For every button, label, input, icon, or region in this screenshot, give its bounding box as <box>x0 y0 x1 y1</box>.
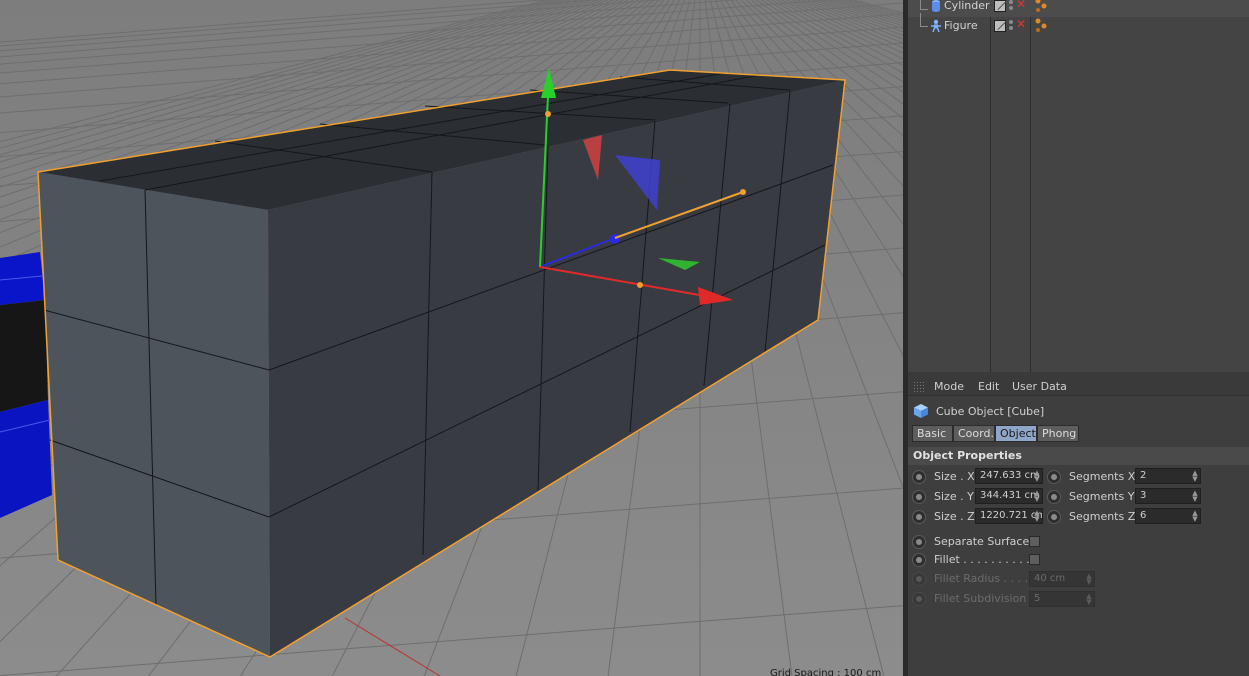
viewport-scene <box>0 0 903 676</box>
tree-line <box>920 0 928 10</box>
3d-viewport[interactable]: Grid Spacing : 100 cm <box>0 0 903 676</box>
segments-y-keyframe-toggle[interactable] <box>1047 490 1061 504</box>
fillet-subdivision-field: 5 ▲ ▼ <box>1029 591 1095 607</box>
grip-icon[interactable] <box>913 381 925 392</box>
size-x-field[interactable]: 247.633 cm ▲ ▼ <box>975 468 1043 484</box>
segments-y-label: Segments Y <box>1069 490 1135 503</box>
size-z-field[interactable]: 1220.721 cm ▲ ▼ <box>975 508 1043 524</box>
object-manager: Cylinder ✕ Figure ✕ <box>908 0 1249 372</box>
fillet-keyframe-toggle[interactable] <box>912 553 926 567</box>
size-y-field[interactable]: 344.431 cm ▲ ▼ <box>975 488 1043 504</box>
menu-edit[interactable]: Edit <box>978 380 999 393</box>
object-title: Cube Object [Cube] <box>936 405 1045 418</box>
segments-z-field[interactable]: 6 ▲ ▼ <box>1135 508 1201 524</box>
size-x-label: Size . X <box>934 470 975 483</box>
fillet-label: Fillet . . . . . . . . . . <box>934 553 1030 566</box>
figure-icon <box>931 19 941 33</box>
tab-phong[interactable]: Phong <box>1037 425 1079 442</box>
column-divider <box>1030 0 1031 372</box>
object-row-figure[interactable]: Figure ✕ <box>908 13 1249 37</box>
fillet-checkbox[interactable] <box>1029 554 1040 565</box>
tab-coord[interactable]: Coord. <box>953 425 995 442</box>
layer-visibility-icon[interactable] <box>994 0 1006 12</box>
segments-z-keyframe-toggle[interactable] <box>1047 510 1061 524</box>
size-y-label: Size . Y <box>934 490 974 503</box>
attribute-menubar: Mode Edit User Data <box>908 376 1249 396</box>
attribute-manager: Mode Edit User Data Cube Object [Cube] B… <box>908 376 1249 676</box>
column-divider <box>990 0 991 372</box>
visibility-dots-icon[interactable] <box>1009 0 1014 12</box>
size-x-keyframe-toggle[interactable] <box>912 470 926 484</box>
fillet-radius-label: Fillet Radius . . . . <box>934 572 1029 585</box>
separate-surfaces-label: Separate Surfaces <box>934 535 1035 548</box>
segments-z-label: Segments Z <box>1069 510 1136 523</box>
size-z-keyframe-toggle[interactable] <box>912 510 926 524</box>
cube-icon <box>914 404 928 418</box>
size-z-label: Size . Z <box>934 510 975 523</box>
segments-x-keyframe-toggle[interactable] <box>1047 470 1061 484</box>
segments-y-field[interactable]: 3 ▲ ▼ <box>1135 488 1201 504</box>
separate-surfaces-keyframe-toggle[interactable] <box>912 535 926 549</box>
menu-mode[interactable]: Mode <box>934 380 964 393</box>
object-name: Figure <box>944 19 978 32</box>
tab-object[interactable]: Object <box>995 425 1037 442</box>
size-y-keyframe-toggle[interactable] <box>912 490 926 504</box>
section-object-properties: Object Properties <box>908 447 1249 465</box>
fillet-radius-keyframe-toggle <box>912 572 926 586</box>
fillet-subdivision-label: Fillet Subdivision <box>934 592 1027 605</box>
menu-user-data[interactable]: User Data <box>1012 380 1067 393</box>
tab-basic[interactable]: Basic <box>912 425 953 442</box>
layer-visibility-icon[interactable] <box>994 20 1006 32</box>
object-name: Cylinder <box>944 0 990 12</box>
grid-spacing-label: Grid Spacing : 100 cm <box>770 668 882 676</box>
fillet-radius-field: 40 cm ▲ ▼ <box>1029 571 1095 587</box>
segments-x-label: Segments X <box>1069 470 1136 483</box>
enabled-x-icon[interactable]: ✕ <box>1016 17 1026 31</box>
separate-surfaces-checkbox[interactable] <box>1029 536 1040 547</box>
enabled-x-icon[interactable]: ✕ <box>1016 0 1026 11</box>
segments-x-field[interactable]: 2 ▲ ▼ <box>1135 468 1201 484</box>
fillet-subdivision-keyframe-toggle <box>912 592 926 606</box>
cylinder-icon <box>932 0 940 12</box>
material-tag-icon[interactable] <box>1033 0 1049 13</box>
visibility-dots-icon[interactable] <box>1009 20 1014 32</box>
object-row-cylinder[interactable]: Cylinder ✕ <box>908 0 1249 17</box>
tree-line <box>920 13 928 27</box>
material-tag-icon[interactable] <box>1033 17 1049 33</box>
